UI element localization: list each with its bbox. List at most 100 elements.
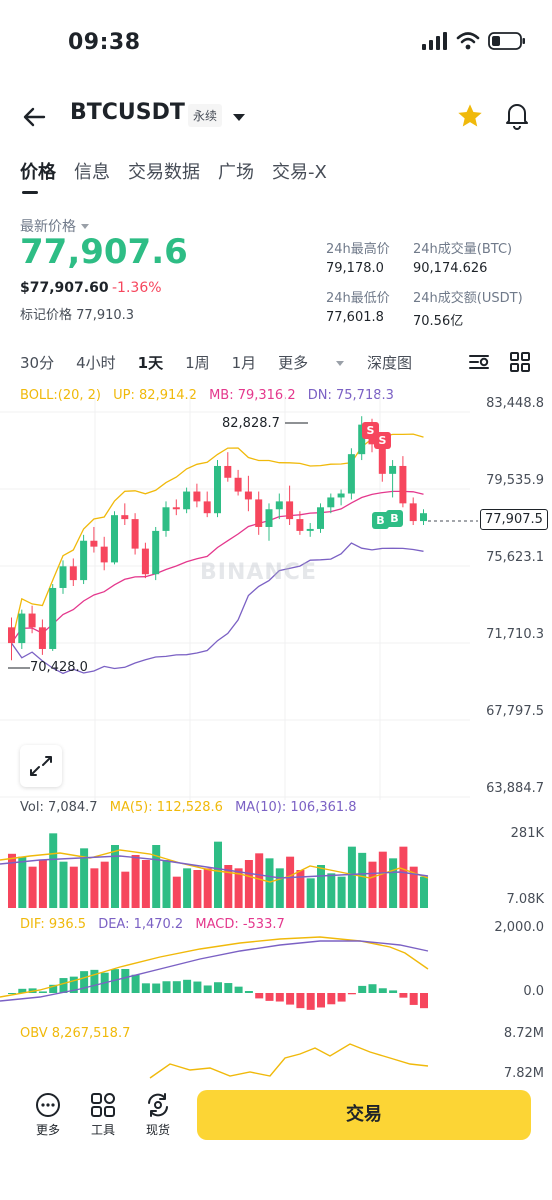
candle-body (265, 509, 273, 527)
obv-axis-bottom: 7.82M (503, 1066, 544, 1081)
arrow-left-icon (23, 107, 46, 127)
signal-icon (422, 32, 447, 50)
volume-ma10: MA(10): 106,361.8 (235, 800, 357, 815)
macd-bar (80, 971, 89, 993)
contract-type-badge: 永续 (188, 104, 223, 127)
volume-bar (111, 845, 119, 908)
tab-trading-data[interactable]: 交易数据 (128, 158, 200, 194)
macd-axis-top: 2,000.0 (494, 920, 544, 935)
tab-price[interactable]: 价格 (20, 158, 56, 194)
tools-label: 工具 (90, 1123, 115, 1137)
candle-body (327, 497, 335, 508)
fullscreen-button[interactable] (20, 745, 62, 787)
depth-chart-button[interactable]: 深度图 (367, 352, 412, 373)
candle-body (420, 513, 427, 522)
volume-axis-top: 281K (510, 826, 544, 841)
volume-axis-bottom: 7.08K (506, 892, 544, 907)
volume-bar (358, 852, 367, 908)
volume-bar (172, 876, 181, 908)
macd-chart (0, 936, 429, 1010)
tab-info[interactable]: 信息 (74, 158, 110, 194)
symbol-dropdown[interactable] (232, 108, 246, 127)
stat-high: 24h最高价 79,178.0 (326, 238, 390, 276)
macd-bar (347, 993, 356, 995)
caret-down-icon (233, 114, 245, 121)
stat-volume-usdt: 24h成交额(USDT) 70.56亿 (413, 287, 523, 329)
more-button[interactable]: 更多 (28, 1092, 68, 1138)
volume-bar (347, 846, 356, 908)
interval-1m[interactable]: 1月 (232, 352, 257, 373)
alert-button[interactable] (503, 100, 531, 134)
candle-body (183, 491, 191, 510)
sell-signal-marker[interactable]: S (374, 432, 391, 449)
stat-high-value: 79,178.0 (326, 261, 384, 276)
stat-low: 24h最低价 77,601.8 (326, 287, 390, 325)
candle-body (337, 493, 345, 498)
favorite-button[interactable] (456, 102, 484, 134)
macd-bar (131, 974, 140, 993)
tools-button[interactable]: 工具 (83, 1092, 123, 1138)
macd-bar (275, 993, 284, 1002)
interval-bar: 30分 4小时 1天 1周 1月 更多 深度图 (20, 352, 540, 373)
candle-body (306, 528, 314, 531)
interval-1d[interactable]: 1天 (138, 352, 163, 373)
volume-legend: Vol: 7,084.7 MA(5): 112,528.6 MA(10): 10… (20, 800, 357, 815)
volume-bar (193, 870, 202, 908)
candle-body (152, 530, 160, 575)
volume-bar (214, 841, 222, 908)
candle-body (121, 515, 129, 520)
volume-chart (0, 833, 429, 908)
macd-bar (234, 986, 243, 993)
indicator-settings-button[interactable] (468, 352, 490, 376)
high-callout: 82,828.7 (222, 416, 280, 431)
spot-label: 现货 (145, 1123, 170, 1137)
macd-bar (337, 993, 346, 1002)
interval-30m[interactable]: 30分 (20, 352, 54, 373)
volume-value: Vol: 7,084.7 (20, 800, 98, 815)
candle-body (296, 519, 304, 531)
interval-more[interactable]: 更多 (278, 352, 345, 373)
tools-grid-icon (91, 1093, 115, 1117)
kline-chart[interactable] (0, 395, 552, 805)
candle-body (162, 507, 170, 531)
last-price: 77,907.6 (20, 232, 188, 272)
candle-body (255, 499, 263, 527)
tab-bar: 价格 信息 交易数据 广场 交易-X (20, 158, 327, 194)
interval-1w[interactable]: 1周 (185, 352, 210, 373)
buy-signal-marker[interactable]: B (386, 510, 403, 527)
caret-down-icon (335, 361, 344, 366)
grid-icon (510, 352, 530, 372)
volume-bar (286, 856, 295, 908)
trade-button[interactable]: 交易 (197, 1090, 531, 1140)
macd-bar (183, 979, 192, 993)
macd-bar (368, 984, 377, 993)
obv-legend: OBV 8,267,518.7 (20, 1026, 131, 1041)
wifi-icon (456, 32, 480, 50)
volume-bar (275, 868, 284, 908)
macd-bar (327, 993, 336, 1005)
macd-axis-zero: 0.0 (523, 984, 544, 999)
volume-bar (121, 871, 130, 908)
volume-bar (296, 870, 305, 908)
candle-body (286, 501, 294, 520)
volume-bar (244, 860, 253, 908)
macd-dea: DEA: 1,470.2 (98, 917, 184, 932)
macd-bar (286, 993, 295, 1005)
volume-bar (141, 860, 150, 908)
spot-button[interactable]: 现货 (138, 1092, 178, 1138)
back-button[interactable] (18, 100, 52, 134)
macd-bar (203, 985, 212, 993)
macd-bar (409, 993, 418, 1005)
caret-down-icon (81, 224, 90, 229)
spot-exchange-icon (148, 1093, 168, 1117)
candle-body (172, 507, 180, 510)
grid-lines (0, 395, 470, 800)
symbol-title[interactable]: BTCUSDT (70, 100, 185, 125)
bell-icon (506, 104, 528, 130)
interval-4h[interactable]: 4小时 (76, 352, 116, 373)
candle-body (69, 566, 77, 581)
tab-square[interactable]: 广场 (218, 158, 254, 194)
layout-grid-button[interactable] (510, 352, 530, 376)
candle-body (203, 501, 211, 514)
tab-trade-x[interactable]: 交易-X (272, 158, 327, 194)
